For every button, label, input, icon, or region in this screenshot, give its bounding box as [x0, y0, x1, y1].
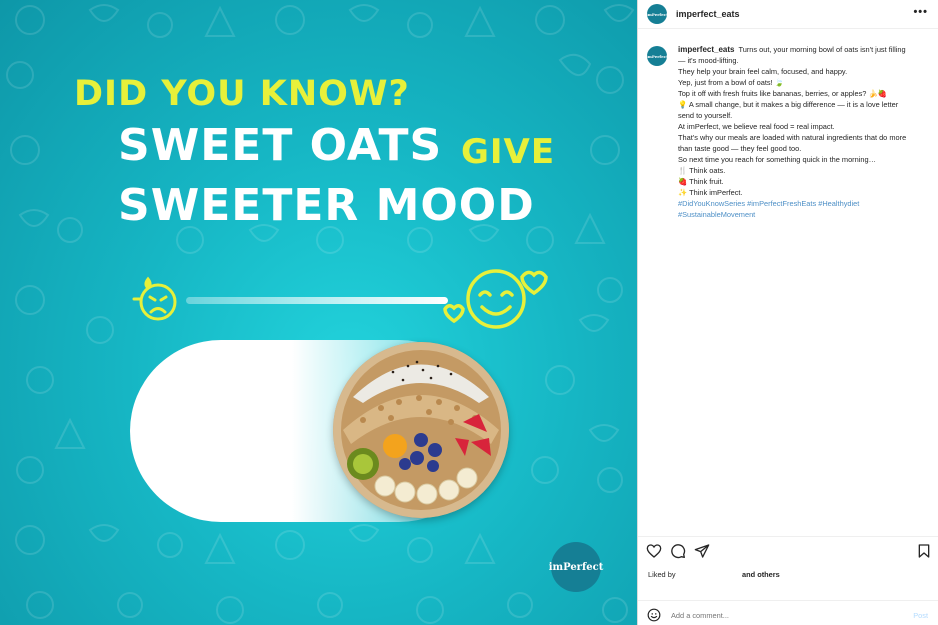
liked-by-prefix: Liked by [648, 570, 676, 579]
happy-face-icon [443, 269, 548, 329]
comment-box: Post [638, 605, 938, 625]
post-header: imPerfect imperfect_eats ••• [638, 0, 938, 28]
post-side-panel: imPerfect imperfect_eats ••• imPerfect i… [637, 0, 938, 625]
caption-line: So next time you reach for something qui… [678, 155, 877, 164]
caption-line: than taste good — they feel good too. [678, 144, 802, 153]
post-image: DID YOU KNOW? SWEET OATS GIVE SWEETER MO… [0, 0, 637, 625]
caption-username[interactable]: imperfect_eats [678, 45, 734, 54]
caption-line: Yep, just from a bowl of oats! 🍃 [678, 78, 784, 87]
brand-badge: imPerfect [548, 542, 604, 592]
mood-progress-track [186, 297, 448, 304]
headline-sweeter-mood: SWEETER MOOD [118, 180, 535, 231]
caption-avatar-label: imPerfect [646, 53, 668, 59]
caption-line: imperfect_eats Turns out, your morning bo… [678, 44, 933, 55]
hashtags-line[interactable]: #SustainableMovement [678, 209, 933, 220]
post-actions [638, 541, 938, 561]
caption-line: ✨ Think imPerfect. [678, 188, 743, 197]
header-divider [638, 28, 938, 29]
caption-line: 💡 A small change, but it makes a big dif… [678, 100, 899, 109]
headline-give: GIVE [461, 132, 556, 172]
comment-divider [638, 600, 938, 601]
caption-line: At imPerfect, we believe real food = rea… [678, 122, 835, 131]
heart-icon[interactable] [646, 543, 662, 559]
emoji-icon[interactable] [647, 608, 661, 622]
headline-sweet-oats: SWEET OATS [118, 120, 443, 171]
caption-text: imperfect_eats Turns out, your morning bo… [678, 44, 933, 220]
liked-by-others[interactable]: and others [742, 570, 780, 579]
caption-line: 🍴 Think oats. [678, 166, 726, 175]
caption-avatar[interactable]: imPerfect [646, 46, 668, 66]
header-username[interactable]: imperfect_eats [676, 9, 740, 19]
brand-badge-label: imPerfect [548, 561, 604, 573]
post-comment-button[interactable]: Post [913, 611, 928, 620]
oat-bowl-image [333, 342, 509, 518]
share-icon[interactable] [694, 543, 710, 559]
caption-line: Top it off with fresh fruits like banana… [678, 89, 887, 98]
caption-line: They help your brain feel calm, focused,… [678, 67, 848, 76]
caption-line: That's why our meals are loaded with nat… [678, 133, 907, 142]
avatar[interactable]: imPerfect [646, 4, 668, 24]
liked-by: Liked by and others [648, 570, 780, 579]
caption-line: 🍓 Think fruit. [678, 177, 724, 186]
headline-did-you-know: DID YOU KNOW? [74, 74, 410, 114]
caption-line: — it's mood-lifting. [678, 56, 739, 65]
caption-line: send to yourself. [678, 111, 733, 120]
comment-icon[interactable] [670, 543, 686, 559]
more-options-icon[interactable]: ••• [913, 6, 928, 18]
post-caption: imPerfect imperfect_eats Turns out, your … [646, 44, 935, 220]
comment-input[interactable] [671, 610, 891, 620]
avatar-label: imPerfect [646, 11, 668, 17]
sad-face-icon [132, 276, 177, 321]
bookmark-icon[interactable] [916, 543, 932, 559]
instagram-post-view: DID YOU KNOW? SWEET OATS GIVE SWEETER MO… [0, 0, 938, 625]
caption-line-text: Turns out, your morning bowl of oats isn… [738, 45, 906, 54]
hashtags-line[interactable]: #DidYouKnowSeries #imPerfectFreshEats #H… [678, 198, 933, 209]
actions-divider [638, 536, 938, 537]
